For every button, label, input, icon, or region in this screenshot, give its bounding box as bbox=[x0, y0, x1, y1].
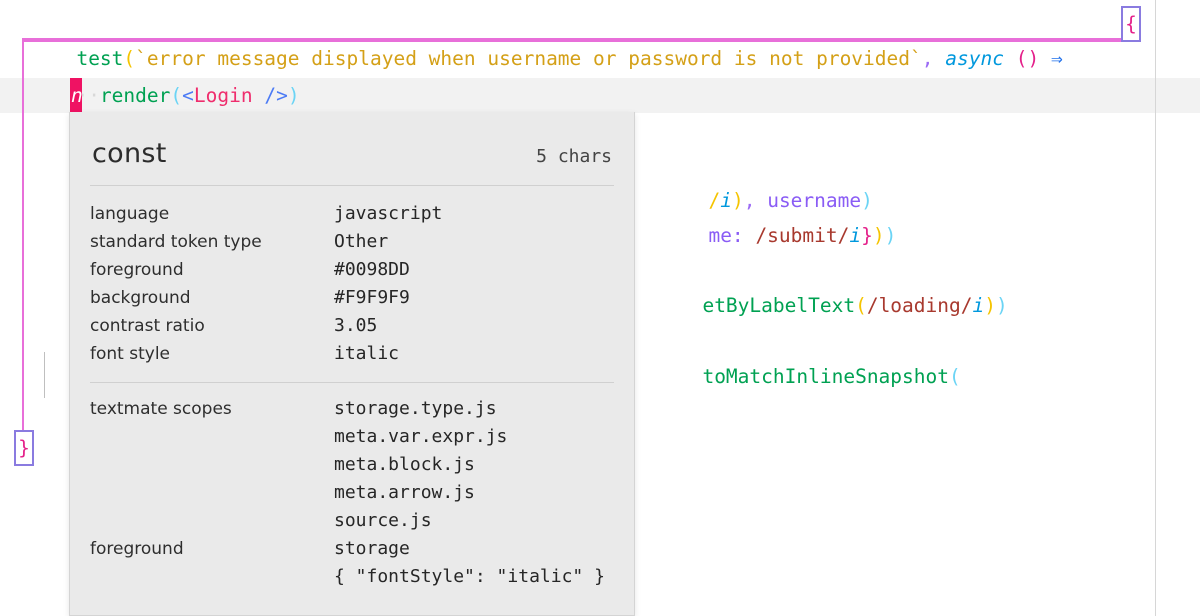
tooltip-scopes-row: textmate scopes storage.type.js meta.var.… bbox=[90, 395, 614, 535]
tooltip-property-value: javascript bbox=[334, 203, 443, 224]
bracket-match-open-box: { bbox=[1121, 6, 1141, 42]
tooltip-property-key: contrast ratio bbox=[90, 316, 205, 336]
code-token: i bbox=[972, 294, 985, 317]
tooltip-char-count: 5 chars bbox=[536, 146, 612, 167]
tooltip-token-title: const bbox=[92, 138, 167, 169]
bracket-match-close-box: } bbox=[14, 430, 34, 466]
text-cursor-char: n bbox=[71, 84, 83, 107]
tooltip-property-value: #F9F9F9 bbox=[334, 287, 410, 308]
tooltip-property-value: 3.05 bbox=[334, 315, 378, 336]
indent-guide bbox=[44, 352, 45, 398]
tooltip-theme-rule-values: storage { "fontStyle": "italic" } bbox=[334, 535, 605, 591]
tooltip-scopes-section: textmate scopes storage.type.js meta.var.… bbox=[70, 383, 634, 591]
code-token: ) bbox=[872, 224, 885, 247]
code-line-6-right[interactable]: etByLabelText(/loading/i)) bbox=[626, 253, 1200, 317]
code-line-1[interactable]: test(`error message displayed when usern… bbox=[0, 6, 1200, 70]
tooltip-property-value: italic bbox=[334, 343, 400, 364]
tooltip-property-value: Other bbox=[334, 231, 389, 252]
tooltip-property-key: standard token type bbox=[90, 232, 262, 252]
tooltip-scope-item: source.js bbox=[334, 510, 432, 531]
code-token: etByLabelText bbox=[702, 294, 856, 317]
code-token: /submit/ bbox=[755, 224, 850, 247]
code-token: /loading/ bbox=[866, 294, 973, 317]
code-token: ) bbox=[984, 294, 996, 317]
code-line-2[interactable]: ··render(<Login />) bbox=[0, 43, 1200, 107]
tooltip-property-key: language bbox=[90, 204, 170, 224]
code-token: ( bbox=[855, 294, 867, 317]
tooltip-property-row: contrast ratio 3.05 bbox=[90, 312, 614, 340]
scope-inspector-tooltip[interactable]: const 5 chars language javascript standard… bbox=[69, 112, 635, 616]
tooltip-property-value: #0098DD bbox=[334, 259, 410, 280]
code-editor-with-scope-inspector: test(`error message displayed when usern… bbox=[0, 0, 1200, 616]
tooltip-scope-item: meta.block.js bbox=[334, 454, 475, 475]
code-line-6-right-content: etByLabelText(/loading/i)) bbox=[696, 294, 1007, 317]
tooltip-property-key: font style bbox=[90, 344, 170, 364]
tooltip-scopes-values: storage.type.js meta.var.expr.js meta.bloc… bbox=[334, 395, 507, 535]
code-token: me: bbox=[708, 224, 744, 247]
vertical-ruler bbox=[1155, 0, 1156, 616]
code-line-3[interactable]: ··const {username} = buildLoginForm() bbox=[0, 78, 1200, 142]
bracket-match-close-char: } bbox=[18, 436, 30, 460]
code-token: } bbox=[861, 224, 873, 247]
tooltip-property-row: foreground #0098DD bbox=[90, 256, 614, 284]
code-token: ) bbox=[884, 224, 897, 247]
tooltip-property-row: language javascript bbox=[90, 200, 614, 228]
tooltip-scope-item: meta.arrow.js bbox=[334, 482, 475, 503]
code-line-7-right[interactable]: toMatchInlineSnapshot( bbox=[626, 324, 1200, 388]
tooltip-property-row: font style italic bbox=[90, 340, 614, 368]
tooltip-theme-rule-key: foreground bbox=[90, 539, 184, 559]
tooltip-scope-item: storage.type.js bbox=[334, 398, 497, 419]
tooltip-header: const 5 chars bbox=[70, 112, 634, 169]
code-line-5-right[interactable]: me: /submit/i})) bbox=[632, 183, 1200, 247]
tooltip-properties-table: language javascript standard token type Oth… bbox=[70, 186, 634, 368]
tooltip-property-row: background #F9F9F9 bbox=[90, 284, 614, 312]
tooltip-theme-item: { "fontStyle": "italic" } bbox=[334, 566, 605, 587]
tooltip-scope-item: meta.var.expr.js bbox=[334, 426, 508, 447]
tooltip-property-key: background bbox=[90, 288, 191, 308]
code-line-5-right-content: me: /submit/i})) bbox=[702, 224, 896, 247]
code-token: i bbox=[849, 224, 862, 247]
tooltip-theme-item: storage bbox=[334, 538, 410, 559]
tooltip-scopes-key: textmate scopes bbox=[90, 399, 232, 419]
tooltip-property-row: standard token type Other bbox=[90, 228, 614, 256]
code-token: ) bbox=[996, 294, 1008, 317]
scope-frame-top-edge-2 bbox=[22, 40, 1130, 42]
code-line-4-right[interactable]: /i), username) bbox=[632, 148, 1200, 212]
bracket-match-open-char: { bbox=[1125, 12, 1137, 36]
scope-frame-left-edge bbox=[22, 38, 24, 442]
tooltip-property-key: foreground bbox=[90, 260, 184, 280]
tooltip-theme-rule-row: foreground storage { "fontStyle": "italic… bbox=[90, 535, 614, 591]
